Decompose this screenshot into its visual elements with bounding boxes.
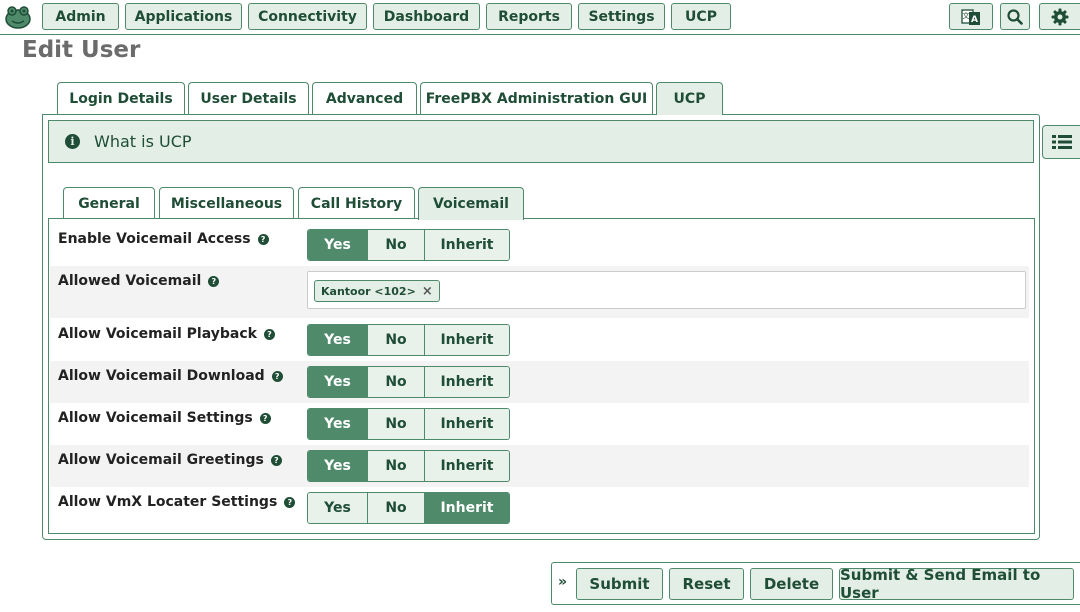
selected-voicemail-chip: Kantoor <102> × — [314, 280, 440, 302]
language-icon: A 文 — [961, 8, 980, 25]
help-icon[interactable]: ? — [259, 412, 271, 424]
remove-chip-icon[interactable]: × — [422, 284, 433, 299]
nav-dashboard[interactable]: Dashboard — [373, 3, 480, 30]
search-button[interactable] — [1000, 3, 1030, 30]
tab-freepbx-admin-gui[interactable]: FreePBX Administration GUI — [420, 82, 653, 114]
setting-label: Allow Voicemail Playback? — [58, 326, 275, 342]
info-bar[interactable]: i What is UCP — [48, 120, 1034, 163]
help-icon[interactable]: ? — [270, 454, 282, 466]
list-icon — [1051, 135, 1072, 149]
setting-label: Allow Voicemail Greetings? — [58, 452, 282, 468]
option-no[interactable]: No — [368, 493, 425, 523]
svg-text:文: 文 — [963, 11, 970, 20]
setting-label: Enable Voicemail Access? — [58, 231, 269, 247]
setting-row: Allow Voicemail Settings? Yes No Inherit — [50, 403, 1029, 445]
submit-send-email-button[interactable]: Submit & Send Email to User — [839, 566, 1074, 602]
toggle-group: Yes No Inherit — [307, 450, 510, 482]
nav-ucp[interactable]: UCP — [671, 3, 731, 30]
option-no[interactable]: No — [368, 367, 425, 397]
reset-button[interactable]: Reset — [669, 568, 744, 600]
info-icon: i — [65, 134, 80, 149]
option-no[interactable]: No — [368, 325, 425, 355]
subtab-general[interactable]: General — [63, 187, 155, 219]
submit-button[interactable]: Submit — [576, 568, 663, 600]
option-inherit[interactable]: Inherit — [425, 367, 509, 397]
option-yes[interactable]: Yes — [308, 230, 368, 260]
setting-row: Allow Voicemail Download? Yes No Inherit — [50, 361, 1029, 403]
side-list-toggle[interactable] — [1042, 125, 1080, 159]
gear-icon — [1051, 8, 1069, 25]
toggle-group: Yes No Inherit — [307, 324, 510, 356]
freepbx-logo-icon[interactable] — [4, 4, 32, 30]
setting-row: Allow VmX Locater Settings? Yes No Inher… — [50, 487, 1029, 529]
tab-login-details[interactable]: Login Details — [57, 82, 185, 114]
toggle-group: Yes No Inherit — [307, 492, 510, 524]
svg-text:A: A — [971, 15, 978, 25]
option-yes[interactable]: Yes — [308, 409, 368, 439]
setting-label: Allow Voicemail Settings? — [58, 410, 271, 426]
help-icon[interactable]: ? — [271, 370, 283, 382]
info-text: What is UCP — [94, 132, 192, 151]
toggle-group: Yes No Inherit — [307, 229, 510, 261]
nav-applications[interactable]: Applications — [125, 3, 242, 30]
subtab-call-history[interactable]: Call History — [298, 187, 415, 219]
option-inherit[interactable]: Inherit — [425, 409, 509, 439]
help-icon[interactable]: ? — [208, 275, 220, 287]
help-icon[interactable]: ? — [263, 328, 275, 340]
settings-button[interactable] — [1039, 3, 1080, 30]
setting-row: Allow Voicemail Greetings? Yes No Inheri… — [50, 445, 1029, 487]
top-navbar: Admin Applications Connectivity Dashboar… — [0, 0, 1080, 35]
toggle-group: Yes No Inherit — [307, 408, 510, 440]
nav-settings[interactable]: Settings — [578, 3, 665, 30]
tab-advanced[interactable]: Advanced — [312, 82, 417, 114]
option-inherit[interactable]: Inherit — [425, 451, 509, 481]
option-yes[interactable]: Yes — [308, 493, 368, 523]
option-inherit[interactable]: Inherit — [425, 230, 509, 260]
setting-row: Allow Voicemail Playback? Yes No Inherit — [50, 319, 1029, 361]
allowed-voicemail-select[interactable]: Kantoor <102> × — [307, 271, 1026, 309]
subtab-miscellaneous[interactable]: Miscellaneous — [159, 187, 294, 219]
language-button[interactable]: A 文 — [949, 3, 993, 30]
setting-label: Allowed Voicemail? — [58, 273, 220, 289]
subtab-voicemail[interactable]: Voicemail — [418, 187, 524, 220]
option-no[interactable]: No — [368, 451, 425, 481]
option-no[interactable]: No — [368, 409, 425, 439]
nav-connectivity[interactable]: Connectivity — [248, 3, 367, 30]
collapse-action-bar-icon[interactable]: » — [558, 574, 567, 590]
option-no[interactable]: No — [368, 230, 425, 260]
tab-user-details[interactable]: User Details — [188, 82, 309, 114]
nav-admin[interactable]: Admin — [42, 3, 119, 30]
nav-reports[interactable]: Reports — [486, 3, 572, 30]
option-yes[interactable]: Yes — [308, 367, 368, 397]
option-inherit[interactable]: Inherit — [425, 493, 509, 523]
page-title: Edit User — [22, 37, 141, 63]
option-yes[interactable]: Yes — [308, 325, 368, 355]
tab-ucp[interactable]: UCP — [656, 82, 723, 115]
delete-button[interactable]: Delete — [750, 568, 833, 600]
setting-label: Allow VmX Locater Settings? — [58, 494, 296, 510]
search-icon — [1007, 8, 1023, 25]
setting-label: Allow Voicemail Download? — [58, 368, 283, 384]
setting-row: Enable Voicemail Access? Yes No Inherit — [50, 224, 1029, 264]
help-icon[interactable]: ? — [257, 233, 269, 245]
toggle-group: Yes No Inherit — [307, 366, 510, 398]
option-inherit[interactable]: Inherit — [425, 325, 509, 355]
help-icon[interactable]: ? — [284, 496, 296, 508]
option-yes[interactable]: Yes — [308, 451, 368, 481]
